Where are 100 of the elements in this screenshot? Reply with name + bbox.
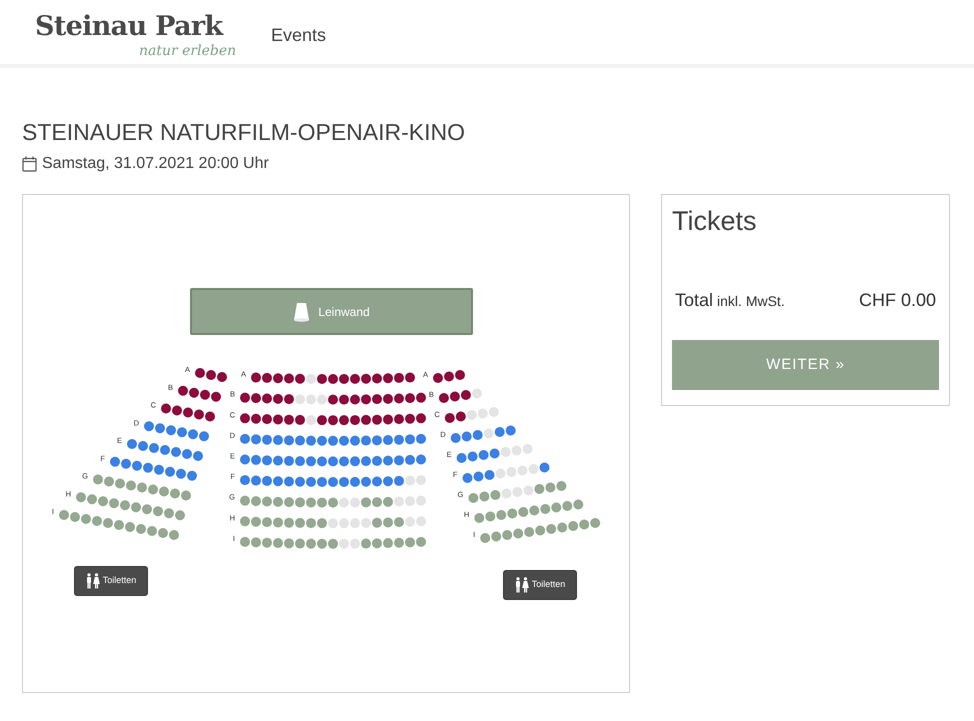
seat[interactable] [383, 435, 393, 446]
seat[interactable] [416, 454, 426, 464]
seat[interactable] [189, 388, 199, 398]
seat[interactable] [295, 436, 305, 446]
seat[interactable] [394, 476, 404, 486]
seat[interactable] [194, 410, 204, 420]
seat[interactable] [240, 392, 250, 403]
seat[interactable] [273, 476, 283, 486]
seat[interactable] [284, 374, 294, 384]
seat[interactable] [361, 456, 371, 466]
seat[interactable] [350, 436, 360, 446]
seat[interactable] [494, 427, 505, 437]
seat[interactable] [372, 456, 382, 466]
seat[interactable] [383, 394, 393, 404]
seat[interactable] [460, 390, 471, 400]
seat[interactable] [295, 456, 305, 466]
seat[interactable] [187, 470, 197, 481]
nav-link[interactable]: Events [271, 22, 326, 49]
seat[interactable] [295, 476, 305, 487]
seat[interactable] [177, 427, 187, 438]
seat[interactable] [171, 447, 181, 457]
seat[interactable] [474, 472, 484, 482]
seat[interactable] [284, 435, 294, 446]
seat[interactable] [176, 468, 186, 479]
seat[interactable] [328, 436, 338, 446]
seat[interactable] [472, 430, 483, 440]
seat[interactable] [372, 435, 382, 446]
seat[interactable] [240, 454, 250, 464]
seat[interactable] [339, 436, 349, 446]
seat[interactable] [456, 453, 467, 463]
seat[interactable] [240, 434, 250, 444]
seat[interactable] [240, 475, 250, 486]
seat[interactable] [361, 394, 371, 404]
seat[interactable] [339, 394, 349, 405]
seat[interactable] [383, 373, 393, 384]
seat[interactable] [193, 451, 203, 461]
seat[interactable] [211, 392, 221, 402]
seat[interactable] [506, 426, 516, 436]
seat[interactable] [273, 435, 283, 446]
seat[interactable] [317, 415, 327, 426]
seat[interactable] [273, 394, 283, 404]
seat[interactable] [328, 394, 338, 405]
seat[interactable] [444, 413, 455, 423]
seat[interactable] [240, 413, 250, 424]
seat[interactable] [462, 432, 472, 442]
seat[interactable] [273, 456, 283, 466]
seat[interactable] [361, 414, 371, 425]
seat[interactable] [383, 476, 393, 486]
seat[interactable] [372, 374, 382, 384]
logo-text[interactable]: Steinau Park [35, 12, 222, 42]
seat[interactable] [317, 456, 327, 466]
seat[interactable] [262, 455, 272, 466]
seat[interactable] [456, 412, 466, 422]
seat[interactable] [284, 456, 294, 466]
seat[interactable] [166, 425, 176, 436]
seat[interactable] [262, 434, 272, 445]
seat[interactable] [468, 452, 478, 462]
seat[interactable] [372, 394, 382, 404]
seat[interactable] [328, 415, 338, 426]
seat[interactable] [262, 372, 272, 383]
seat[interactable] [160, 445, 170, 455]
seat[interactable] [339, 476, 349, 487]
seat[interactable] [405, 454, 415, 465]
seat[interactable] [183, 408, 193, 418]
seat[interactable] [306, 476, 316, 487]
seat[interactable] [206, 370, 216, 380]
seat[interactable] [195, 368, 205, 378]
seat[interactable] [138, 441, 148, 451]
seat[interactable] [462, 473, 472, 483]
seat[interactable] [172, 406, 182, 416]
seat[interactable] [328, 374, 338, 384]
seat[interactable] [350, 415, 360, 426]
seat[interactable] [295, 374, 305, 384]
seat[interactable] [127, 439, 137, 449]
seat[interactable] [350, 476, 360, 487]
seat[interactable] [394, 455, 404, 466]
seat[interactable] [416, 413, 426, 424]
seat[interactable] [205, 412, 215, 422]
seat[interactable] [361, 374, 371, 384]
seat[interactable] [339, 456, 349, 466]
seat[interactable] [405, 372, 415, 383]
seat[interactable] [154, 464, 164, 475]
seat[interactable] [251, 454, 261, 465]
seat[interactable] [155, 423, 165, 434]
seat[interactable] [306, 436, 316, 446]
seat[interactable] [295, 414, 305, 425]
seat[interactable] [284, 476, 294, 487]
seat[interactable] [540, 462, 550, 472]
seat[interactable] [455, 370, 465, 380]
seat[interactable] [317, 436, 327, 446]
seat[interactable] [372, 414, 382, 425]
seat[interactable] [444, 372, 454, 382]
seat[interactable] [478, 450, 489, 460]
seat[interactable] [328, 477, 338, 487]
seat[interactable] [251, 434, 261, 444]
seat[interactable] [405, 434, 415, 444]
seat[interactable] [361, 436, 371, 446]
seat[interactable] [251, 372, 261, 383]
seat[interactable] [328, 456, 338, 466]
seat[interactable] [110, 456, 120, 467]
